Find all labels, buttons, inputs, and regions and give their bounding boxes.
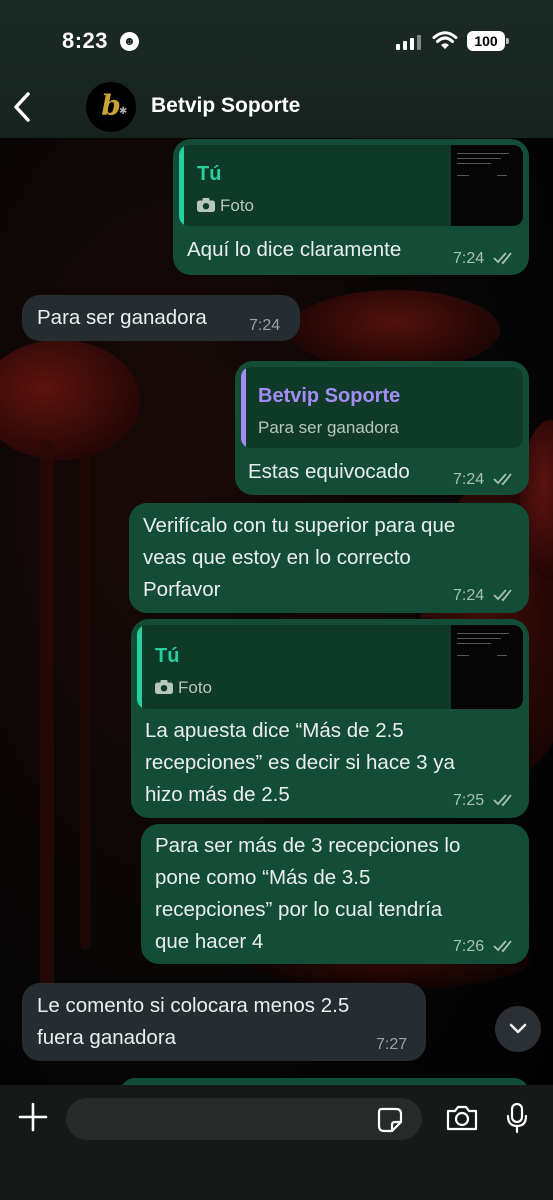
- message-bubble[interactable]: Tú Foto Aquí lo dice claramente 7:24: [173, 139, 529, 275]
- reply-author: Betvip Soporte: [258, 385, 401, 407]
- reply-snippet: Foto: [220, 196, 255, 215]
- status-time: 8:23: [62, 28, 109, 53]
- message-time: 7:26: [453, 938, 485, 955]
- message-text: Para ser más de 3 recepciones lo pone co…: [155, 834, 461, 953]
- chat-header: 8:23 ☻ 100 b ✱ Betvip Soporte: [0, 0, 553, 138]
- message-text: Le comento si colocara menos 2.5 fuera g…: [37, 994, 350, 1049]
- message-bubble[interactable]: Le comento si colocara menos 2.5 fuera g…: [22, 983, 426, 1061]
- reply-quote[interactable]: Tú Foto: [179, 145, 523, 226]
- message-bubble[interactable]: Verifícalo con tu superior para que veas…: [129, 503, 529, 613]
- cellular-signal-icon: [396, 34, 421, 50]
- message-text: Estas equivocado: [248, 460, 410, 483]
- message-time: 7:24: [249, 317, 281, 334]
- message-bubble[interactable]: Para ser ganadora 7:24: [22, 295, 300, 341]
- reply-author: Tú: [197, 163, 222, 185]
- message-bubble[interactable]: Para ser más de 3 recepciones lo pone co…: [141, 824, 529, 964]
- message-bubble[interactable]: Betvip Soporte Para ser ganadora Estas e…: [235, 361, 529, 495]
- message-text: Para ser ganadora: [37, 306, 207, 329]
- double-check-icon: [493, 473, 512, 486]
- sticker-icon[interactable]: [376, 1106, 404, 1134]
- back-arrow-icon[interactable]: [10, 90, 34, 124]
- wifi-icon: [432, 31, 458, 49]
- plus-icon[interactable]: [18, 1102, 48, 1132]
- double-check-icon: [493, 940, 512, 953]
- battery-indicator: 100: [467, 31, 509, 51]
- reply-quote[interactable]: Tú Foto: [137, 625, 523, 709]
- status-emoji-icon: ☻: [120, 32, 139, 51]
- reply-author: Tú: [155, 645, 180, 667]
- message-text: La apuesta dice “Más de 2.5 recepciones”…: [145, 719, 455, 806]
- message-time: 7:24: [453, 587, 485, 604]
- reply-snippet: Para ser ganadora: [258, 418, 399, 437]
- avatar-letter: b: [101, 88, 121, 122]
- contact-name[interactable]: Betvip Soporte: [151, 94, 300, 118]
- message-bubble[interactable]: Tú Foto La apuesta dice “Más de 2.5 rece…: [131, 619, 529, 818]
- double-check-icon: [493, 252, 512, 265]
- message-text: Aquí lo dice claramente: [187, 238, 402, 261]
- message-input[interactable]: [66, 1098, 422, 1140]
- message-time: 7:25: [453, 792, 485, 809]
- message-time: 7:27: [376, 1036, 408, 1053]
- message-text: Verifícalo con tu superior para que veas…: [143, 514, 456, 601]
- double-check-icon: [493, 794, 512, 807]
- reply-quote[interactable]: Betvip Soporte Para ser ganadora: [241, 367, 523, 448]
- avatar[interactable]: b ✱: [86, 82, 136, 132]
- scroll-to-bottom-button[interactable]: [495, 1006, 541, 1052]
- double-check-icon: [493, 589, 512, 602]
- photo-thumbnail[interactable]: [451, 625, 523, 709]
- camera-icon: [197, 198, 215, 212]
- avatar-sparkle-icon: ✱: [119, 106, 128, 117]
- microphone-icon[interactable]: [505, 1102, 529, 1134]
- chevron-down-icon: [509, 1023, 527, 1034]
- reply-snippet: Foto: [178, 678, 213, 697]
- camera-icon: [155, 680, 173, 694]
- message-time: 7:24: [453, 250, 485, 267]
- camera-icon[interactable]: [445, 1104, 479, 1132]
- message-time: 7:24: [453, 471, 485, 488]
- photo-thumbnail[interactable]: [451, 145, 523, 226]
